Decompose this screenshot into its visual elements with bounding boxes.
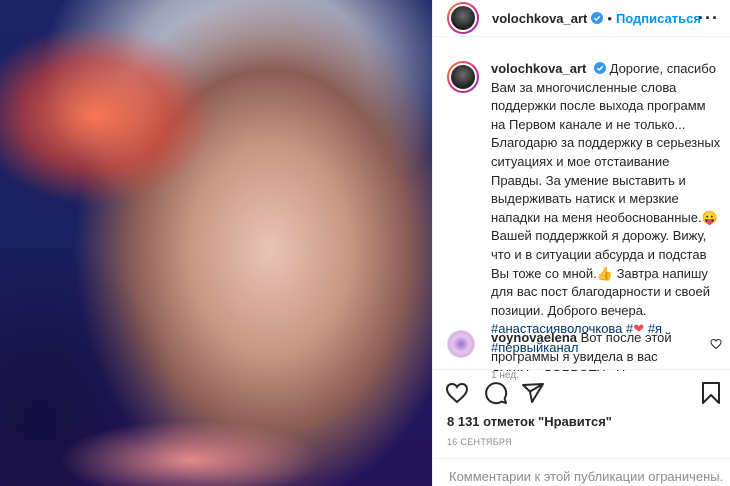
save-bookmark-icon[interactable] [699, 381, 723, 405]
header-separator: • [607, 10, 612, 26]
comment-text: voynovaelena Вот после этой программы я … [491, 329, 697, 371]
post-photo[interactable] [0, 0, 432, 486]
author-avatar[interactable] [447, 2, 479, 34]
post-actions-bar [433, 369, 730, 411]
comment-icon[interactable] [484, 381, 508, 405]
follow-button[interactable]: Подписаться [616, 11, 701, 26]
commenter-username[interactable]: voynovaelena [491, 330, 577, 345]
post-side-panel: volochkova_art • Подписаться ··· volochk… [432, 0, 730, 486]
comments-restricted-notice: Комментарии к этой публикации ограничены… [433, 458, 730, 486]
caption-body-1: Дорогие, спасибо Вам за многочисленные с… [491, 61, 721, 225]
comment-like-icon[interactable] [710, 338, 722, 350]
caption-author-avatar[interactable] [447, 61, 479, 93]
more-options-icon[interactable]: ··· [698, 9, 719, 27]
share-icon[interactable] [521, 381, 545, 405]
tongue-emoji: 😛 [701, 209, 718, 225]
photo-shading [0, 0, 432, 486]
commenter-avatar[interactable] [447, 330, 475, 358]
likes-count[interactable]: 8 131 отметок "Нравится" [447, 414, 612, 429]
post-header: volochkova_art • Подписаться ··· [433, 0, 730, 37]
author-username[interactable]: volochkova_art [492, 11, 587, 26]
like-heart-icon[interactable] [445, 381, 469, 405]
comment-item: voynovaelena Вот после этой программы я … [447, 329, 727, 371]
verified-badge-icon [594, 62, 606, 74]
thumbs-up-emoji: 👍 [596, 265, 613, 281]
verified-badge-icon [591, 12, 604, 24]
caption-username[interactable]: volochkova_art [491, 61, 586, 76]
photo-costume [60, 420, 320, 486]
post-date[interactable]: 16 СЕНТЯБРЯ [447, 437, 512, 447]
